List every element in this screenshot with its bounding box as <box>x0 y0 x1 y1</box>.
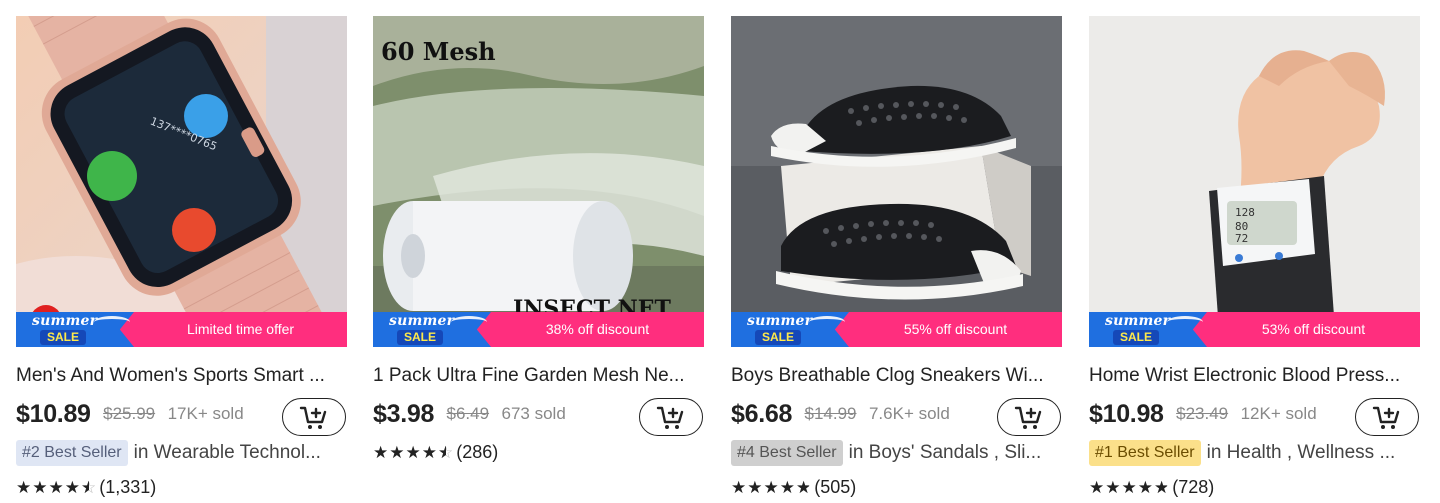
star-rating-icons: ★★★★☆★ <box>1089 478 1171 497</box>
price-row: $10.89 $25.99 17K+ sold <box>16 396 347 436</box>
product-card[interactable]: 137****0765 summer SALE Limited time off… <box>16 16 347 503</box>
summer-label: summer <box>32 313 98 329</box>
add-to-cart-button[interactable] <box>639 398 703 436</box>
swirl-decoration <box>451 316 487 328</box>
best-seller-category[interactable]: in Wearable Technol... <box>134 442 321 463</box>
add-to-cart-button[interactable] <box>997 398 1061 436</box>
star-rating-icons: ★★★★☆★ <box>16 478 98 497</box>
original-price: $14.99 <box>804 404 857 423</box>
swirl-decoration <box>94 316 130 328</box>
rating[interactable]: ★★★★☆ ★ (728) <box>1089 477 1214 498</box>
product-card[interactable]: summer SALE 55% off discount Boys Breath… <box>731 16 1062 503</box>
original-price: $25.99 <box>103 404 156 423</box>
rating[interactable]: ★★★★☆ ★ (505) <box>731 477 856 498</box>
product-card[interactable]: 128 80 72 summer SALE 53% off discount Hom… <box>1089 16 1420 503</box>
sold-count: 12K+ sold <box>1240 404 1317 423</box>
price-row: $10.98 $23.49 12K+ sold <box>1089 396 1420 436</box>
best-seller-badge[interactable]: #1 Best Seller <box>1089 440 1201 466</box>
price: $10.98 <box>1089 400 1164 428</box>
product-grid: 137****0765 summer SALE Limited time off… <box>16 16 1420 503</box>
product-image-smartwatch[interactable]: 137****0765 <box>16 16 347 347</box>
review-count: (728) <box>1172 477 1215 497</box>
add-to-cart-button[interactable] <box>1355 398 1419 436</box>
offer-text: 55% off discount <box>903 321 1008 337</box>
product-image-garden-mesh[interactable]: 60 Mesh INSECT NET <box>373 16 704 347</box>
star-rating-icons: ★★★★☆★ <box>731 478 813 497</box>
sale-label: SALE <box>397 330 443 345</box>
offer-text: 38% off discount <box>545 321 650 337</box>
offer-text: 53% off discount <box>1261 321 1366 337</box>
swirl-decoration <box>809 316 845 328</box>
summer-label: summer <box>747 313 813 329</box>
summer-label: summer <box>1105 313 1171 329</box>
sold-count: 673 sold <box>501 404 566 423</box>
sold-count: 17K+ sold <box>167 404 244 423</box>
add-to-cart-button[interactable] <box>282 398 346 436</box>
offer-text: Limited time offer <box>186 321 295 337</box>
price: $3.98 <box>373 400 435 428</box>
summer-label: summer <box>389 313 455 329</box>
swirl-decoration <box>1167 316 1203 328</box>
price-row: $6.68 $14.99 7.6K+ sold <box>731 396 1062 436</box>
promo-banner: summer SALE Limited time offer <box>16 312 347 347</box>
sale-label: SALE <box>40 330 86 345</box>
price-row: $3.98 $6.49 673 sold <box>373 396 704 436</box>
product-image-clog-sneakers[interactable] <box>731 16 1062 347</box>
price: $10.89 <box>16 400 91 428</box>
image-text-60-mesh: 60 Mesh <box>381 37 496 66</box>
price: $6.68 <box>731 400 793 428</box>
review-count: (1,331) <box>99 477 157 497</box>
original-price: $23.49 <box>1176 404 1229 423</box>
sale-label: SALE <box>1113 330 1159 345</box>
sale-label: SALE <box>755 330 801 345</box>
review-count: (286) <box>456 442 499 462</box>
rating[interactable]: ★★★★☆★(286) <box>373 442 498 463</box>
best-seller-row: #1 Best Seller in Health , Wellness ... <box>1089 440 1420 466</box>
sold-count: 7.6K+ sold <box>868 404 950 423</box>
add-to-cart-icon <box>656 406 684 429</box>
svg-text:72: 72 <box>1235 232 1248 245</box>
review-count: (505) <box>814 477 857 497</box>
rating[interactable]: ★★★★☆★(1,331) <box>16 477 156 498</box>
product-title[interactable]: Boys Breathable Clog Sneakers Wi... <box>731 365 1062 387</box>
best-seller-row: #2 Best Seller in Wearable Technol... <box>16 440 347 466</box>
add-to-cart-icon <box>1014 406 1042 429</box>
best-seller-badge[interactable]: #4 Best Seller <box>731 440 843 466</box>
best-seller-category[interactable]: in Health , Wellness ... <box>1207 442 1396 463</box>
promo-banner: summer SALE 38% off discount <box>373 312 704 347</box>
original-price: $6.49 <box>446 404 490 423</box>
product-title[interactable]: Home Wrist Electronic Blood Press... <box>1089 365 1420 387</box>
add-to-cart-icon <box>299 406 327 429</box>
best-seller-category[interactable]: in Boys' Sandals , Sli... <box>849 442 1042 463</box>
svg-text:128: 128 <box>1235 206 1255 219</box>
promo-banner: summer SALE 55% off discount <box>731 312 1062 347</box>
product-card[interactable]: 60 Mesh INSECT NET summer SALE 38% off d… <box>373 16 704 503</box>
product-image-blood-pressure-monitor[interactable]: 128 80 72 <box>1089 16 1420 347</box>
product-title[interactable]: Men's And Women's Sports Smart ... <box>16 365 347 387</box>
add-to-cart-icon <box>1372 406 1400 429</box>
star-rating-icons: ★★★★☆★ <box>373 443 455 462</box>
promo-banner: summer SALE 53% off discount <box>1089 312 1420 347</box>
best-seller-badge[interactable]: #2 Best Seller <box>16 440 128 466</box>
best-seller-row: #4 Best Seller in Boys' Sandals , Sli... <box>731 440 1062 466</box>
product-title[interactable]: 1 Pack Ultra Fine Garden Mesh Ne... <box>373 365 704 387</box>
